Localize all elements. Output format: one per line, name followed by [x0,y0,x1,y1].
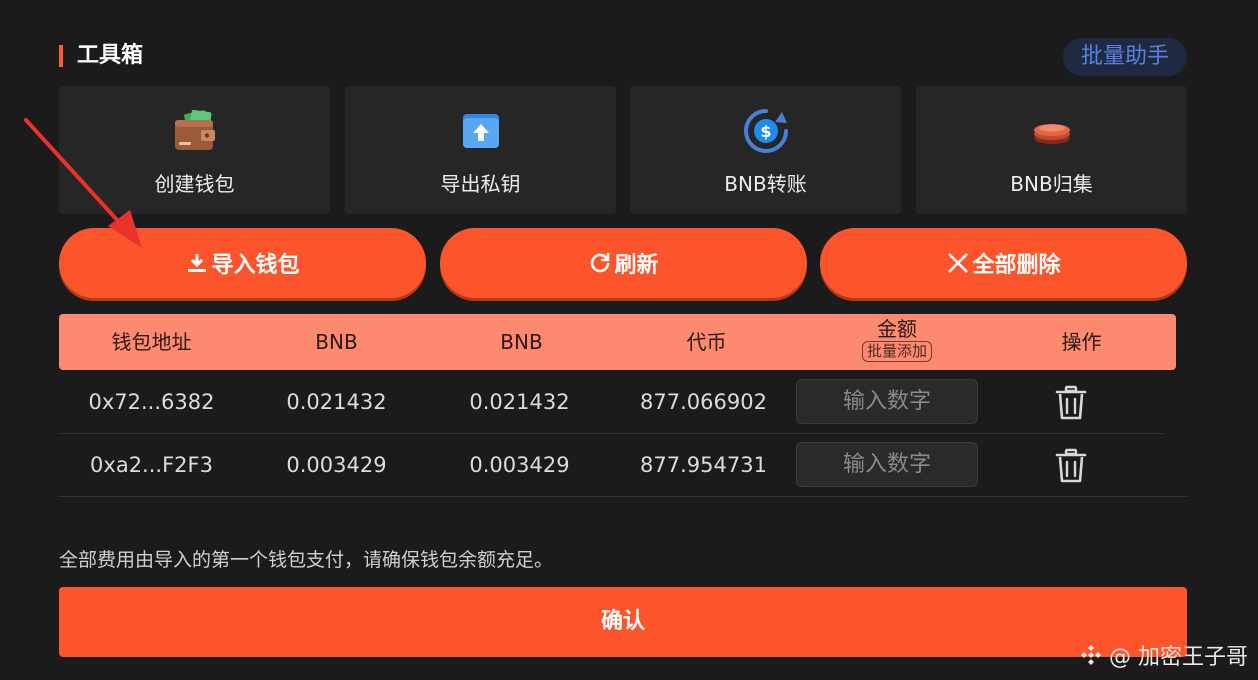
column-header-amount: 金额 批量添加 [827,318,967,362]
token-balance: 877.954731 [640,453,767,477]
bnb-balance-2: 0.021432 [469,390,570,414]
bnb-balance-2: 0.003429 [469,453,570,477]
section-title: 工具箱 [77,43,144,68]
table-divider [59,496,1187,497]
delete-all-button[interactable]: 全部删除 [820,228,1187,298]
delete-all-label: 全部删除 [972,253,1061,278]
token-balance: 877.066902 [640,390,767,414]
wallet-address: 0xa2...F2F3 [90,453,213,477]
refresh-label: 刷新 [614,253,659,278]
toolbox-header: 工具箱 批量助手 [59,38,1187,76]
wallet-address: 0x72...6382 [88,390,215,414]
table-row: 0x72...6382 0.021432 0.021432 877.066902 [59,371,1164,434]
table-header: 钱包地址 BNB BNB 代币 金额 批量添加 操作 [59,314,1176,370]
wallet-icon [174,109,215,150]
action-buttons: 导入钱包 刷新 全部删除 [59,228,1187,298]
trash-icon[interactable] [1054,385,1088,421]
close-icon [948,253,969,273]
svg-text:$: $ [760,122,771,141]
tool-label: 创建钱包 [154,172,235,196]
table-row: 0xa2...F2F3 0.003429 0.003429 877.954731 [59,434,1164,497]
coin-stack-icon [1033,124,1070,144]
tool-grid: 创建钱包 导出私钥 $ BNB转账 BNB归集 [59,86,1187,214]
coin-transfer-icon: $ [743,109,788,153]
tool-create-wallet[interactable]: 创建钱包 [59,86,330,214]
bnb-balance: 0.003429 [286,453,387,477]
watermark: @ 加密王子哥 [1079,640,1248,670]
download-icon [188,254,207,272]
tool-label: BNB归集 [1010,172,1093,196]
watermark-text: @ 加密王子哥 [1109,645,1248,670]
column-header-bnb-2: BNB [500,330,543,354]
bnb-balance: 0.021432 [286,390,387,414]
batch-helper-button[interactable]: 批量助手 [1063,38,1187,76]
upload-folder-icon [462,114,499,148]
tool-label: BNB转账 [724,172,807,196]
tool-export-private-key[interactable]: 导出私钥 [345,86,616,214]
amount-input[interactable] [796,379,978,424]
batch-add-button[interactable]: 批量添加 [861,341,932,362]
binance-logo-icon [1081,645,1101,665]
section-accent-bar [59,45,63,67]
confirm-button[interactable]: 确认 [59,587,1187,657]
tool-label: 导出私钥 [440,172,521,196]
refresh-button[interactable]: 刷新 [440,228,807,298]
fee-notice: 全部费用由导入的第一个钱包支付，请确保钱包余额充足。 [59,549,554,571]
import-wallet-label: 导入钱包 [211,253,300,278]
refresh-icon [591,252,610,273]
import-wallet-button[interactable]: 导入钱包 [59,228,426,298]
column-header-operation: 操作 [1061,330,1102,354]
amount-header-label: 金额 [877,317,917,341]
column-header-bnb: BNB [315,330,358,354]
amount-input[interactable] [796,442,978,487]
column-header-token: 代币 [686,330,727,354]
trash-icon[interactable] [1054,448,1088,484]
tool-bnb-transfer[interactable]: $ BNB转账 [630,86,901,214]
column-header-address: 钱包地址 [111,330,192,354]
tool-bnb-collect[interactable]: BNB归集 [916,86,1187,214]
